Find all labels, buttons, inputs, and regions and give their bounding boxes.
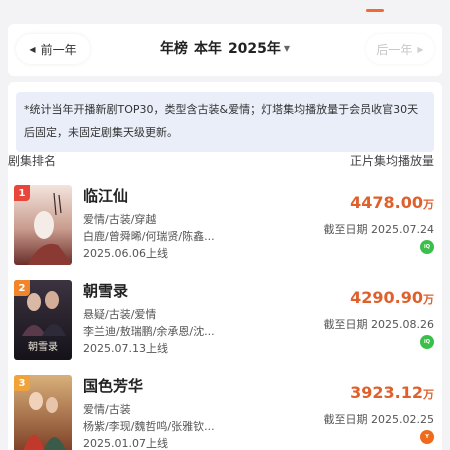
views-number: 3923.12: [350, 383, 423, 402]
poster-image[interactable]: 3: [14, 375, 72, 450]
iqiyi-icon: iQ: [420, 335, 434, 349]
rank-badge: 2: [14, 280, 30, 296]
header-views: 正片集均播放量: [349, 154, 434, 168]
views-unit: 万: [423, 388, 434, 401]
show-genre: 爱情/古装/穿越: [83, 213, 157, 226]
show-cast: 李兰迪/敖瑞鹏/余承恩/沈...: [83, 325, 215, 338]
iqiyi-icon: iQ: [420, 240, 434, 254]
chevron-right-icon: ▶: [417, 44, 424, 54]
list-header: 剧集排名 正片集均播放量: [8, 152, 434, 169]
cutoff-date: 截至日期 2025.07.24: [323, 223, 434, 236]
cutoff-date: 截至日期 2025.02.25: [323, 413, 434, 426]
views-number: 4290.90: [350, 288, 423, 307]
stats-note: *统计当年开播新剧TOP30，类型含古装&爱情；灯塔集均播放量于会员收官30天后…: [16, 92, 434, 152]
views-unit: 万: [423, 293, 434, 306]
release-date: 2025.01.07上线: [83, 437, 168, 450]
caret-down-icon: ▼: [283, 44, 291, 53]
svg-text:朝雪录: 朝雪录: [28, 341, 58, 353]
show-genre: 悬疑/古装/爱情: [83, 308, 157, 321]
avg-views: 4478.00万: [350, 193, 434, 212]
title-main: 年榜: [159, 41, 188, 57]
show-row[interactable]: 1 临江仙 爱情/古装/穿越 白鹿/曾舜晞/何瑞贤/陈鑫... 2025.06.…: [14, 185, 440, 277]
title-sub: 本年: [193, 41, 222, 57]
show-title[interactable]: 朝雪录: [83, 280, 128, 301]
cutoff-date: 截至日期 2025.08.26: [323, 318, 434, 331]
release-date: 2025.07.13上线: [83, 342, 168, 355]
show-cast: 杨紫/李现/魏哲鸣/张雅钦...: [83, 420, 215, 433]
year-selector[interactable]: 2025年: [228, 41, 281, 57]
show-cast: 白鹿/曾舜晞/何瑞贤/陈鑫...: [83, 230, 215, 243]
show-row[interactable]: 3 国色芳华 爱情/古装 杨紫/李现/魏哲鸣/张雅钦... 2025.01.07…: [14, 375, 440, 450]
next-year-label: 后一年: [376, 42, 413, 57]
top-strip: [0, 0, 450, 24]
rank-badge: 1: [14, 185, 30, 201]
release-date: 2025.06.06上线: [83, 247, 168, 260]
avg-views: 3923.12万: [350, 383, 434, 402]
next-year-button[interactable]: 后一年 ▶: [366, 34, 434, 64]
show-title[interactable]: 国色芳华: [83, 375, 143, 396]
views-unit: 万: [423, 198, 434, 211]
poster-image[interactable]: 1: [14, 185, 72, 265]
show-genre: 爱情/古装: [83, 403, 131, 416]
show-title[interactable]: 临江仙: [83, 185, 128, 206]
header-rank: 剧集排名: [8, 154, 57, 168]
show-row[interactable]: 朝雪录 2 朝雪录 悬疑/古装/爱情 李兰迪/敖瑞鹏/余承恩/沈... 2025…: [14, 280, 440, 372]
poster-image[interactable]: 朝雪录 2: [14, 280, 72, 360]
avg-views: 4290.90万: [350, 288, 434, 307]
rank-badge: 3: [14, 375, 30, 391]
year-nav: ◀ 前一年 年榜 本年 2025年 ▼ 后一年 ▶: [8, 24, 442, 76]
views-number: 4478.00: [350, 193, 423, 212]
tab-indicator: [366, 9, 384, 12]
youku-icon: Y: [420, 430, 434, 444]
